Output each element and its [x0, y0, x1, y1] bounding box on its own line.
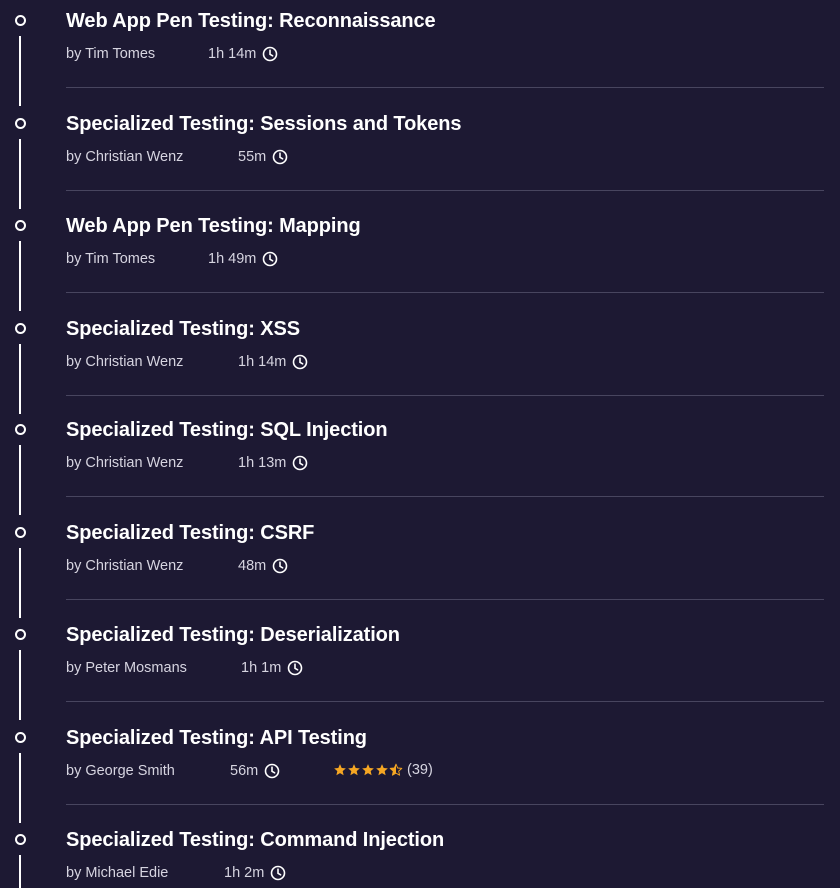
timeline-node-icon: [15, 732, 26, 743]
timeline-rail: [19, 445, 21, 515]
star-icon: [334, 764, 346, 776]
star-icon: [376, 764, 388, 776]
course-item[interactable]: Specialized Testing: Command Injection b…: [0, 819, 840, 888]
course-item[interactable]: Specialized Testing: SQL Injection by Ch…: [0, 409, 840, 515]
course-duration: 56m: [230, 763, 280, 779]
divider: [66, 87, 824, 88]
star-icon: [348, 764, 360, 776]
timeline-rail: [19, 650, 21, 720]
course-title[interactable]: Specialized Testing: Command Injection: [66, 829, 444, 852]
duration-text: 1h 14m: [238, 354, 287, 370]
timeline-rail: [19, 344, 21, 414]
timeline-node-icon: [15, 15, 26, 26]
timeline-node-icon: [15, 527, 26, 538]
clock-icon: [293, 455, 308, 471]
duration-text: 1h 14m: [208, 46, 257, 62]
duration-text: 55m: [238, 149, 267, 165]
course-author: by Christian Wenz: [66, 455, 184, 471]
timeline-node-icon: [15, 323, 26, 334]
clock-icon: [271, 865, 286, 881]
course-duration: 1h 14m: [208, 46, 278, 62]
rating-stars: [333, 763, 403, 777]
star-half-icon: [389, 763, 403, 776]
timeline-rail: [19, 855, 21, 888]
divider: [66, 190, 824, 191]
course-rating: (39): [333, 762, 433, 778]
course-item[interactable]: Specialized Testing: Sessions and Tokens…: [0, 103, 840, 209]
course-title[interactable]: Specialized Testing: CSRF: [66, 522, 314, 545]
course-item[interactable]: Specialized Testing: CSRF by Christian W…: [0, 512, 840, 618]
timeline-node-icon: [15, 629, 26, 640]
timeline-node-icon: [15, 424, 26, 435]
star-icon: [362, 764, 374, 776]
course-author: by George Smith: [66, 763, 175, 779]
timeline-rail: [19, 36, 21, 106]
course-author: by Tim Tomes: [66, 46, 156, 62]
course-title[interactable]: Specialized Testing: SQL Injection: [66, 419, 388, 442]
course-duration: 1h 14m: [238, 354, 308, 370]
course-item[interactable]: Web App Pen Testing: Reconnaissance by T…: [0, 0, 840, 106]
course-title[interactable]: Specialized Testing: API Testing: [66, 727, 367, 750]
clock-icon: [263, 46, 278, 62]
timeline-rail: [19, 139, 21, 209]
course-item[interactable]: Specialized Testing: Deserialization by …: [0, 614, 840, 720]
clock-icon: [263, 251, 278, 267]
clock-icon: [264, 763, 280, 779]
course-duration: 1h 2m: [224, 865, 286, 881]
course-author: by Christian Wenz: [66, 558, 184, 574]
duration-text: 56m: [230, 763, 259, 779]
course-title[interactable]: Specialized Testing: Sessions and Tokens: [66, 113, 461, 136]
course-author: by Tim Tomes: [66, 251, 156, 267]
course-duration: 1h 13m: [238, 455, 308, 471]
timeline-node-icon: [15, 834, 26, 845]
course-title[interactable]: Web App Pen Testing: Mapping: [66, 215, 361, 238]
clock-icon: [293, 354, 308, 370]
course-duration: 1h 1m: [241, 660, 303, 676]
duration-text: 1h 2m: [224, 865, 265, 881]
divider: [66, 395, 824, 396]
course-author: by Michael Edie: [66, 865, 169, 881]
course-duration: 1h 49m: [208, 251, 278, 267]
clock-icon: [272, 149, 288, 165]
divider: [66, 496, 824, 497]
divider: [66, 599, 824, 600]
timeline-node-icon: [15, 220, 26, 231]
course-author: by Christian Wenz: [66, 354, 184, 370]
course-item[interactable]: Web App Pen Testing: Mapping by Tim Tome…: [0, 205, 840, 311]
rating-count: (39): [407, 762, 433, 778]
course-item[interactable]: Specialized Testing: XSS by Christian We…: [0, 308, 840, 414]
timeline-rail: [19, 753, 21, 823]
duration-text: 1h 49m: [208, 251, 257, 267]
divider: [66, 292, 824, 293]
course-author: by Christian Wenz: [66, 149, 184, 165]
clock-icon: [288, 660, 303, 676]
course-duration: 55m: [238, 149, 288, 165]
course-title[interactable]: Specialized Testing: Deserialization: [66, 624, 400, 647]
course-list: Web App Pen Testing: Reconnaissance by T…: [0, 0, 840, 888]
course-item[interactable]: Specialized Testing: API Testing by Geor…: [0, 717, 840, 823]
course-author: by Peter Mosmans: [66, 660, 187, 676]
divider: [66, 701, 824, 702]
clock-icon: [272, 558, 288, 574]
duration-text: 48m: [238, 558, 267, 574]
duration-text: 1h 1m: [241, 660, 282, 676]
duration-text: 1h 13m: [238, 455, 287, 471]
course-title[interactable]: Specialized Testing: XSS: [66, 318, 300, 341]
timeline-rail: [19, 241, 21, 311]
course-title[interactable]: Web App Pen Testing: Reconnaissance: [66, 10, 436, 33]
timeline-node-icon: [15, 118, 26, 129]
course-duration: 48m: [238, 558, 288, 574]
timeline-rail: [19, 548, 21, 618]
divider: [66, 804, 824, 805]
